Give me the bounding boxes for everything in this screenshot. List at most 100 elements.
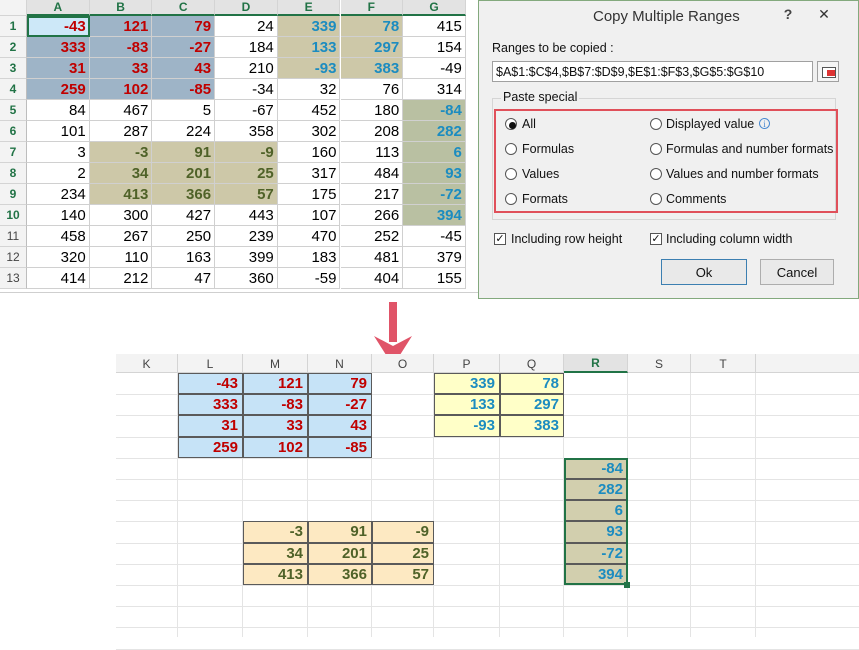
cell-B7[interactable]: -3 — [89, 142, 153, 163]
cell-A3[interactable]: 31 — [27, 58, 90, 79]
radio-values-label[interactable]: Values — [522, 167, 559, 181]
info-icon[interactable]: i — [759, 118, 770, 129]
pasted-range-1-cell[interactable]: 33 — [243, 415, 308, 437]
cell-D3[interactable]: 210 — [215, 58, 278, 79]
cell-E2[interactable]: 133 — [277, 37, 341, 58]
cell-A6[interactable]: 101 — [27, 121, 90, 142]
cell-A8[interactable]: 2 — [27, 163, 90, 184]
cell-A2[interactable]: 333 — [27, 37, 90, 58]
cell-D9[interactable]: 57 — [215, 184, 278, 205]
pasted-range-1-cell[interactable]: 31 — [178, 415, 243, 437]
cell-B3[interactable]: 33 — [89, 58, 153, 79]
cell-D2[interactable]: 184 — [215, 37, 278, 58]
pasted-range-4-cell[interactable]: 91 — [308, 521, 372, 543]
cell-C4[interactable]: -85 — [152, 79, 216, 100]
column-width-checkbox[interactable]: ✓ — [650, 233, 662, 245]
radio-all[interactable] — [505, 118, 517, 130]
cell-D10[interactable]: 443 — [215, 205, 278, 226]
radio-displayed-value-label[interactable]: Displayed value — [666, 117, 754, 131]
cell-C9[interactable]: 366 — [152, 184, 216, 205]
pasted-range-4-cell[interactable]: 25 — [372, 542, 434, 564]
cell-C10[interactable]: 427 — [152, 205, 216, 226]
cell-C12[interactable]: 163 — [152, 247, 216, 268]
pasted-range-1-cell[interactable]: 121 — [243, 373, 308, 395]
cell-G11[interactable]: -45 — [403, 226, 466, 247]
radio-values-number-formats-label[interactable]: Values and number formats — [666, 167, 819, 181]
cell-A4[interactable]: 259 — [27, 79, 90, 100]
cell-A1[interactable]: -43 — [27, 16, 90, 37]
cell-B1[interactable]: 121 — [89, 16, 153, 37]
cell-C11[interactable]: 250 — [152, 226, 216, 247]
cell-E13[interactable]: -59 — [277, 268, 341, 289]
ranges-input[interactable]: $A$1:$C$4,$B$7:$D$9,$E$1:$F$3,$G$5:$G$10 — [492, 61, 813, 82]
radio-values-number-formats[interactable] — [650, 168, 662, 180]
pasted-range-4-cell[interactable]: -9 — [372, 521, 434, 543]
cell-D1[interactable]: 24 — [215, 16, 278, 37]
column-header-R[interactable]: R — [564, 354, 628, 373]
row-header-11[interactable]: 11 — [0, 226, 27, 247]
pasted-range-4-cell[interactable]: 57 — [372, 563, 434, 585]
cell-D8[interactable]: 25 — [215, 163, 278, 184]
cell-B9[interactable]: 413 — [89, 184, 153, 205]
row-header-8[interactable]: 8 — [0, 163, 27, 184]
pasted-range-1-cell[interactable]: -43 — [178, 373, 243, 395]
cell-F12[interactable]: 481 — [340, 247, 404, 268]
cell-F11[interactable]: 252 — [340, 226, 404, 247]
column-header-P[interactable]: P — [434, 354, 500, 373]
cell-F9[interactable]: 217 — [340, 184, 404, 205]
cell-E8[interactable]: 317 — [277, 163, 341, 184]
row-header-1[interactable]: 1 — [0, 16, 27, 37]
pasted-range-1-cell[interactable]: 102 — [243, 436, 308, 458]
cell-G7[interactable]: 6 — [403, 142, 466, 163]
cell-E12[interactable]: 183 — [277, 247, 341, 268]
cell-F1[interactable]: 78 — [340, 16, 404, 37]
row-header-12[interactable]: 12 — [0, 247, 27, 268]
cell-F8[interactable]: 484 — [340, 163, 404, 184]
cell-G6[interactable]: 282 — [403, 121, 466, 142]
pasted-range-4-cell[interactable]: -3 — [243, 521, 308, 543]
cell-E10[interactable]: 107 — [277, 205, 341, 226]
cell-B12[interactable]: 110 — [89, 247, 153, 268]
cell-D13[interactable]: 360 — [215, 268, 278, 289]
cell-C5[interactable]: 5 — [152, 100, 216, 121]
radio-all-label[interactable]: All — [522, 117, 536, 131]
cell-F2[interactable]: 297 — [340, 37, 404, 58]
cell-C1[interactable]: 79 — [152, 16, 216, 37]
cell-A7[interactable]: 3 — [27, 142, 90, 163]
column-header-M[interactable]: M — [243, 354, 308, 373]
column-header-O[interactable]: O — [372, 354, 434, 373]
row-height-label[interactable]: Including row height — [511, 232, 622, 246]
pasted-range-1-cell[interactable]: 259 — [178, 436, 243, 458]
cell-B4[interactable]: 102 — [89, 79, 153, 100]
pasted-range-1-cell[interactable]: -27 — [308, 394, 372, 416]
cell-F13[interactable]: 404 — [340, 268, 404, 289]
column-header-F[interactable]: F — [340, 0, 404, 16]
cell-F5[interactable]: 180 — [340, 100, 404, 121]
pasted-range-4-cell[interactable]: 413 — [243, 563, 308, 585]
cell-G10[interactable]: 394 — [403, 205, 466, 226]
cell-B10[interactable]: 300 — [89, 205, 153, 226]
pasted-range-4-cell[interactable]: 34 — [243, 542, 308, 564]
row-header-7[interactable]: 7 — [0, 142, 27, 163]
cell-F3[interactable]: 383 — [340, 58, 404, 79]
pasted-range-4-cell[interactable]: 366 — [308, 563, 372, 585]
column-header-E[interactable]: E — [277, 0, 341, 16]
row-height-checkbox[interactable]: ✓ — [494, 233, 506, 245]
cell-A5[interactable]: 84 — [27, 100, 90, 121]
radio-formulas-number-formats-label[interactable]: Formulas and number formats — [666, 142, 833, 156]
pasted-range-1-cell[interactable]: 43 — [308, 415, 372, 437]
cell-G2[interactable]: 154 — [403, 37, 466, 58]
row-header-2[interactable]: 2 — [0, 37, 27, 58]
range-select-icon[interactable] — [817, 61, 839, 82]
cell-C3[interactable]: 43 — [152, 58, 216, 79]
cell-E7[interactable]: 160 — [277, 142, 341, 163]
pasted-range-2-cell[interactable]: 78 — [500, 373, 564, 395]
cell-A12[interactable]: 320 — [27, 247, 90, 268]
cell-A9[interactable]: 234 — [27, 184, 90, 205]
pasted-range-1-cell[interactable]: -85 — [308, 436, 372, 458]
radio-formulas[interactable] — [505, 143, 517, 155]
pasted-range-4-cell[interactable]: 201 — [308, 542, 372, 564]
cell-D6[interactable]: 358 — [215, 121, 278, 142]
cell-G12[interactable]: 379 — [403, 247, 466, 268]
column-header-T[interactable]: T — [691, 354, 756, 373]
